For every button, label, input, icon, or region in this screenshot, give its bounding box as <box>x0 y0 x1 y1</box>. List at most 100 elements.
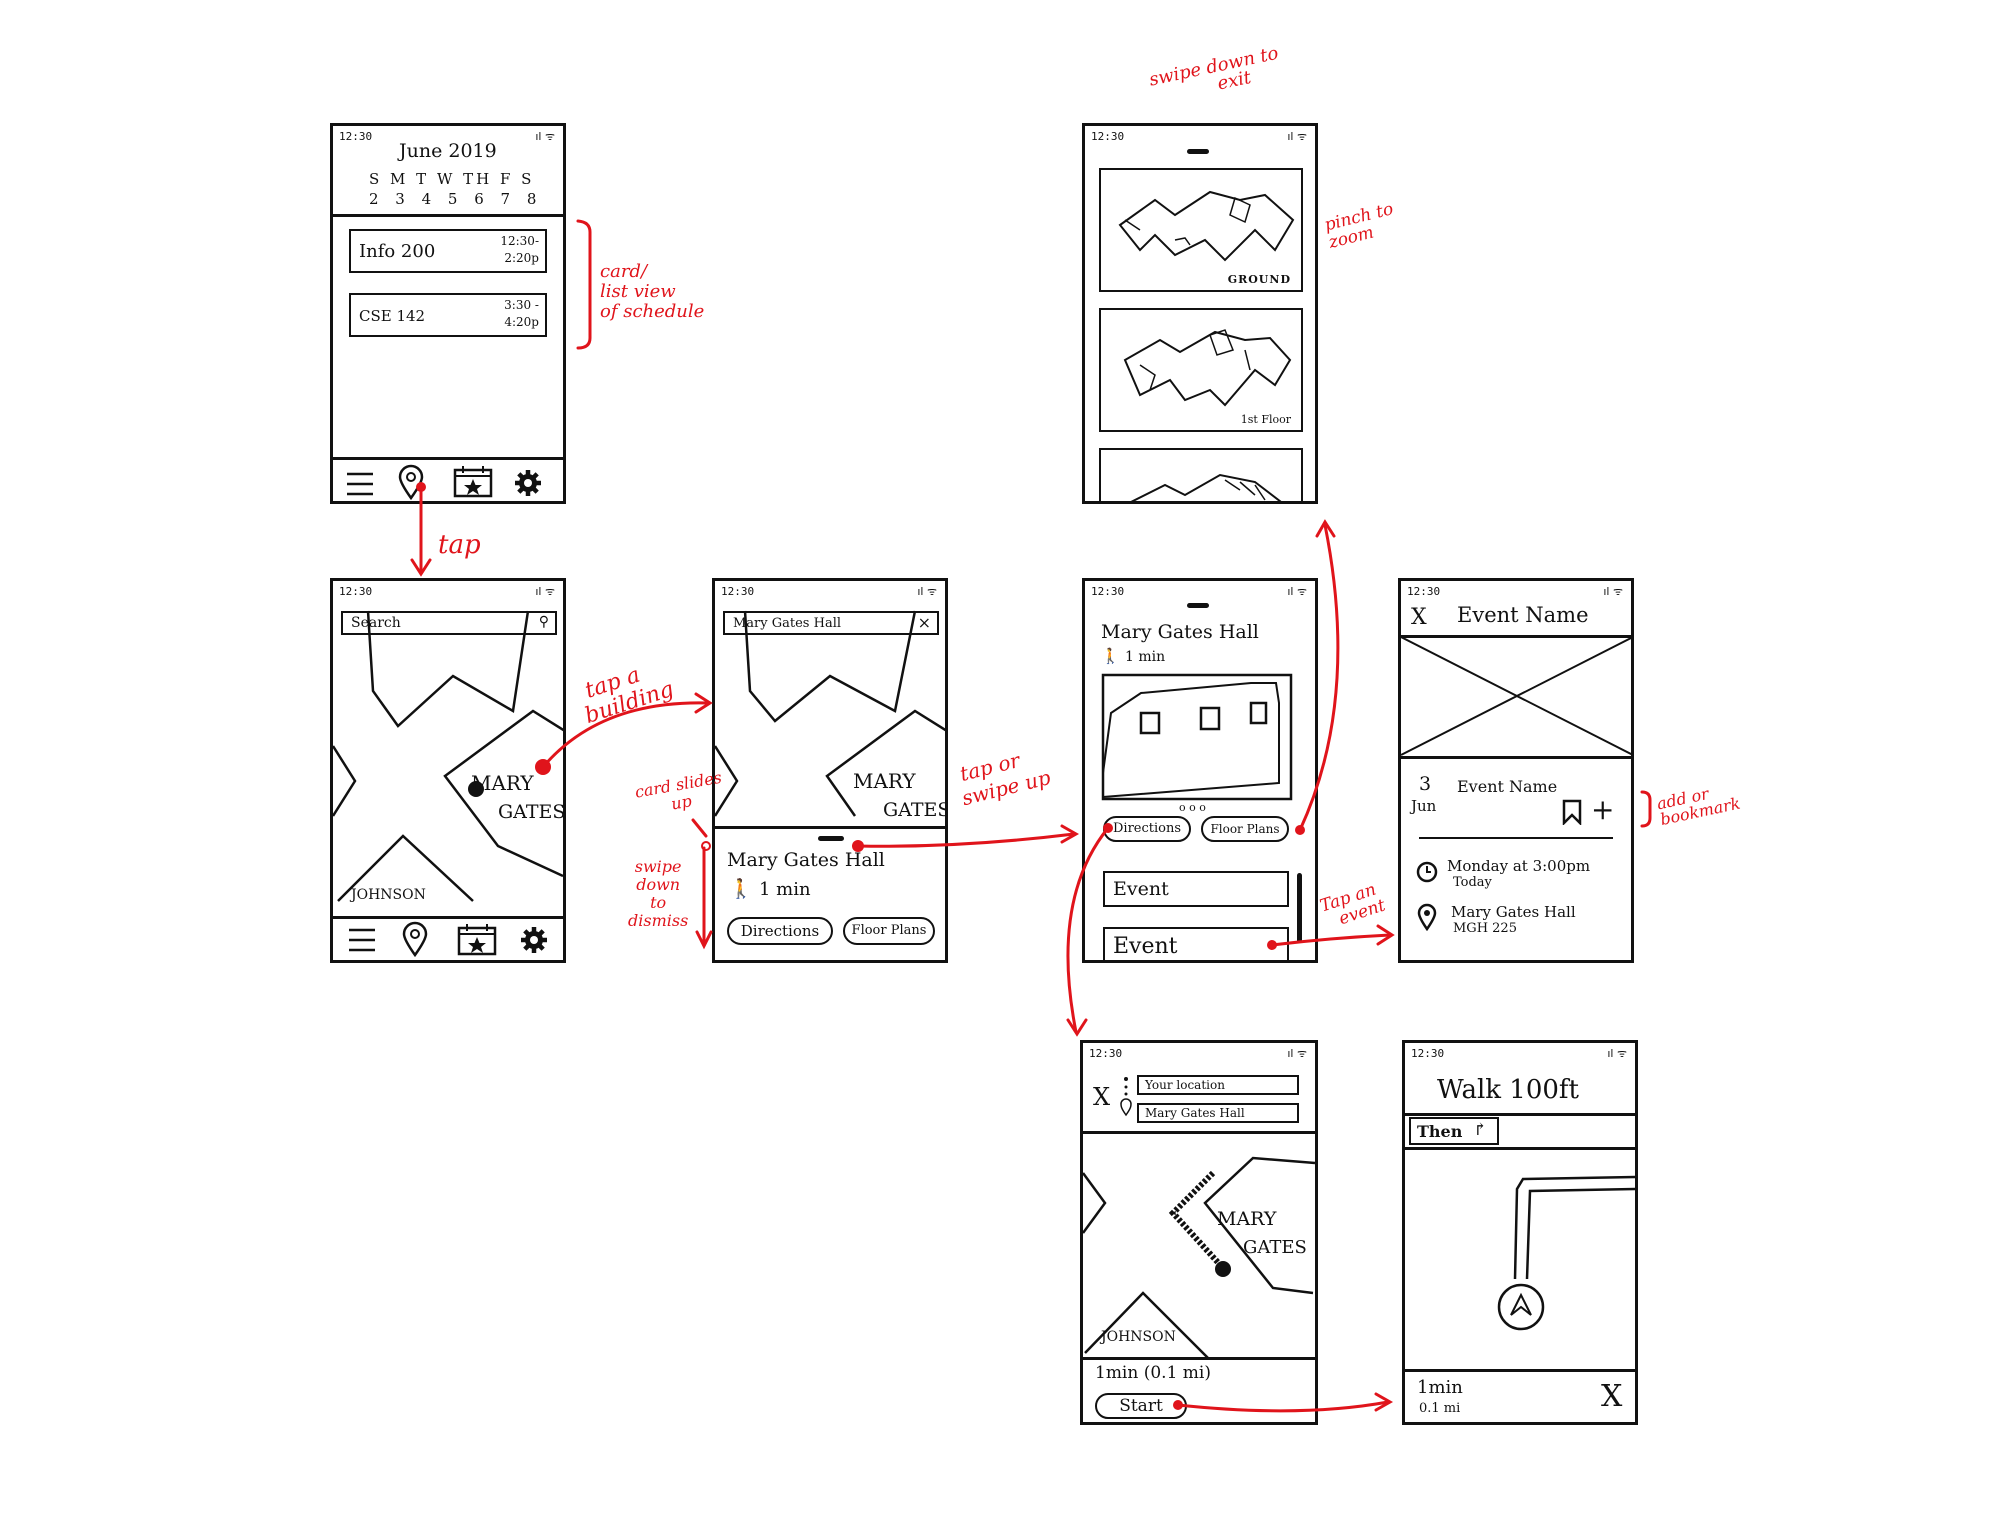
directions-screen: 12:30 ıl ᯤ X Your location Mary Gates Ha… <box>1080 1040 1318 1425</box>
event-month: Jun <box>1411 797 1437 815</box>
date-row[interactable]: 2 3 4 5 6 7 8 <box>369 190 542 208</box>
walk-icon: 🚶 <box>729 878 753 900</box>
event-image-placeholder <box>1401 637 1631 756</box>
map-screen: 12:30 ıl ᯤ Search ⚲ MARY GATES JOHNSON <box>330 578 566 963</box>
status-signal: ıl ᯤ <box>1603 585 1623 598</box>
search-placeholder: Search <box>351 615 401 631</box>
schedule-card[interactable]: CSE 142 3:30 - 4:20p <box>349 293 547 337</box>
schedule-screen: 12:30 ıl ᯤ June 2019 S M T W TH F S 2 3 … <box>330 123 566 504</box>
map-pin-icon[interactable] <box>401 921 429 959</box>
card-title: Mary Gates Hall <box>727 849 885 871</box>
status-signal: ıl ᯤ <box>1287 1047 1307 1060</box>
status-time: 12:30 <box>1091 130 1125 143</box>
clock-icon <box>1416 861 1438 883</box>
search-input[interactable]: Search ⚲ <box>341 611 557 635</box>
gear-icon[interactable] <box>513 468 543 498</box>
annotation-tap-event: Tap an event <box>1317 879 1388 930</box>
menu-icon[interactable] <box>345 470 375 498</box>
building-card-screen: 12:30 ıl ᯤ Mary Gates Hall × MARY GATES … <box>712 578 948 963</box>
building-label: GATES <box>883 799 948 821</box>
search-icon: ⚲ <box>538 614 549 630</box>
clear-search-icon[interactable]: × <box>918 613 931 632</box>
status-signal: ıl ᯤ <box>1607 1047 1627 1060</box>
destination-field[interactable]: Mary Gates Hall <box>1137 1103 1299 1123</box>
annotation-swipe-exit: swipe down to exit <box>1147 42 1281 95</box>
end-navigation-icon[interactable]: X <box>1601 1379 1622 1414</box>
status-time: 12:30 <box>1411 1047 1445 1060</box>
card-time-start: 12:30- <box>500 234 539 248</box>
search-input[interactable]: Mary Gates Hall × <box>723 611 939 635</box>
event-location: Mary Gates Hall <box>1451 903 1576 921</box>
floor-plans-screen: 12:30 ıl ᯤ GROUND 1st Floor <box>1082 123 1318 504</box>
distance-remaining: 0.1 mi <box>1419 1401 1461 1416</box>
card-course-name: CSE 142 <box>359 307 426 325</box>
building-photo[interactable] <box>1101 673 1293 801</box>
floor-plan-card[interactable]: GROUND <box>1099 168 1303 292</box>
building-label: GATES <box>498 801 566 823</box>
event-list-item[interactable]: Event <box>1103 871 1289 907</box>
annotation-tap: tap <box>438 530 481 560</box>
turn-instruction: Walk 100ft <box>1437 1075 1579 1105</box>
status-signal: ıl ᯤ <box>535 130 555 143</box>
building-title: Mary Gates Hall <box>1101 621 1259 643</box>
walk-time: 1 min <box>759 879 811 900</box>
then-label: Then <box>1417 1122 1463 1141</box>
annotation-add-bookmark: add or bookmark <box>1655 783 1742 830</box>
floor-plan-drawing <box>1123 329 1292 407</box>
calendar-star-icon[interactable] <box>457 922 497 956</box>
building-label-johnson: JOHNSON <box>1101 1329 1176 1345</box>
card-time-end: 2:20p <box>504 251 539 265</box>
card-course-name: Info 200 <box>359 241 436 262</box>
directions-button[interactable]: Directions <box>1103 816 1191 842</box>
weekday-row: S M T W TH F S <box>369 170 535 188</box>
event-name: Event Name <box>1457 777 1558 796</box>
navigation-map[interactable] <box>1405 1149 1637 1369</box>
schedule-card[interactable]: Info 200 12:30- 2:20p <box>349 229 547 273</box>
origin-field[interactable]: Your location <box>1137 1075 1299 1095</box>
building-label: GATES <box>1243 1237 1307 1258</box>
map-pin-icon[interactable] <box>397 464 425 502</box>
status-signal: ıl ᯤ <box>1287 585 1307 598</box>
location-pin-icon <box>1417 903 1437 931</box>
drag-handle[interactable] <box>1187 603 1209 608</box>
floor-plans-button[interactable]: Floor Plans <box>843 917 935 945</box>
walk-icon: 🚶 <box>1101 647 1120 665</box>
floor-plan-drawing <box>1118 190 1295 262</box>
gear-icon[interactable] <box>519 925 549 955</box>
bookmark-icon[interactable] <box>1561 799 1583 825</box>
floor-plan-card[interactable]: 1st Floor <box>1099 308 1303 432</box>
status-time: 12:30 <box>339 130 373 143</box>
floor-plan-card[interactable] <box>1099 448 1303 501</box>
building-label: MARY <box>853 769 916 793</box>
drag-handle[interactable] <box>818 836 844 841</box>
building-label: MARY <box>1217 1208 1277 1230</box>
floor-plans-button[interactable]: Floor Plans <box>1201 816 1289 842</box>
close-icon[interactable]: X <box>1411 605 1427 630</box>
calendar-star-icon[interactable] <box>453 464 493 498</box>
scrollbar[interactable] <box>1297 873 1302 943</box>
annotation-card-list: card/ list view of schedule <box>600 261 705 322</box>
annotation-pinch-zoom: pinch to zoom <box>1322 199 1396 253</box>
directions-button[interactable]: Directions <box>727 917 833 945</box>
add-icon[interactable]: + <box>1591 793 1614 826</box>
card-time-end: 4:20p <box>504 315 539 329</box>
event-day: 3 <box>1419 773 1432 795</box>
annotation-swipe-dismiss: swipe down to dismiss <box>628 857 689 930</box>
search-value: Mary Gates Hall <box>733 616 842 631</box>
annotation-tap-building: tap a building <box>581 662 677 729</box>
close-icon[interactable]: X <box>1093 1083 1110 1111</box>
origin-value: Your location <box>1145 1078 1225 1092</box>
event-date-relative: Today <box>1453 875 1492 890</box>
building-label-johnson: JOHNSON <box>351 887 426 903</box>
menu-icon[interactable] <box>347 926 377 954</box>
month-title: June 2019 <box>399 140 497 162</box>
building-label: MARY <box>471 771 534 795</box>
drag-handle[interactable] <box>1187 149 1209 154</box>
event-list-item[interactable]: Event <box>1103 927 1289 960</box>
divider <box>1419 837 1613 839</box>
photo-pager-dots[interactable]: o o o <box>1179 801 1206 814</box>
event-room: MGH 225 <box>1453 921 1517 936</box>
status-time: 12:30 <box>1089 1047 1123 1060</box>
floor-plan-drawing <box>1130 473 1282 501</box>
start-button[interactable]: Start <box>1095 1393 1187 1419</box>
